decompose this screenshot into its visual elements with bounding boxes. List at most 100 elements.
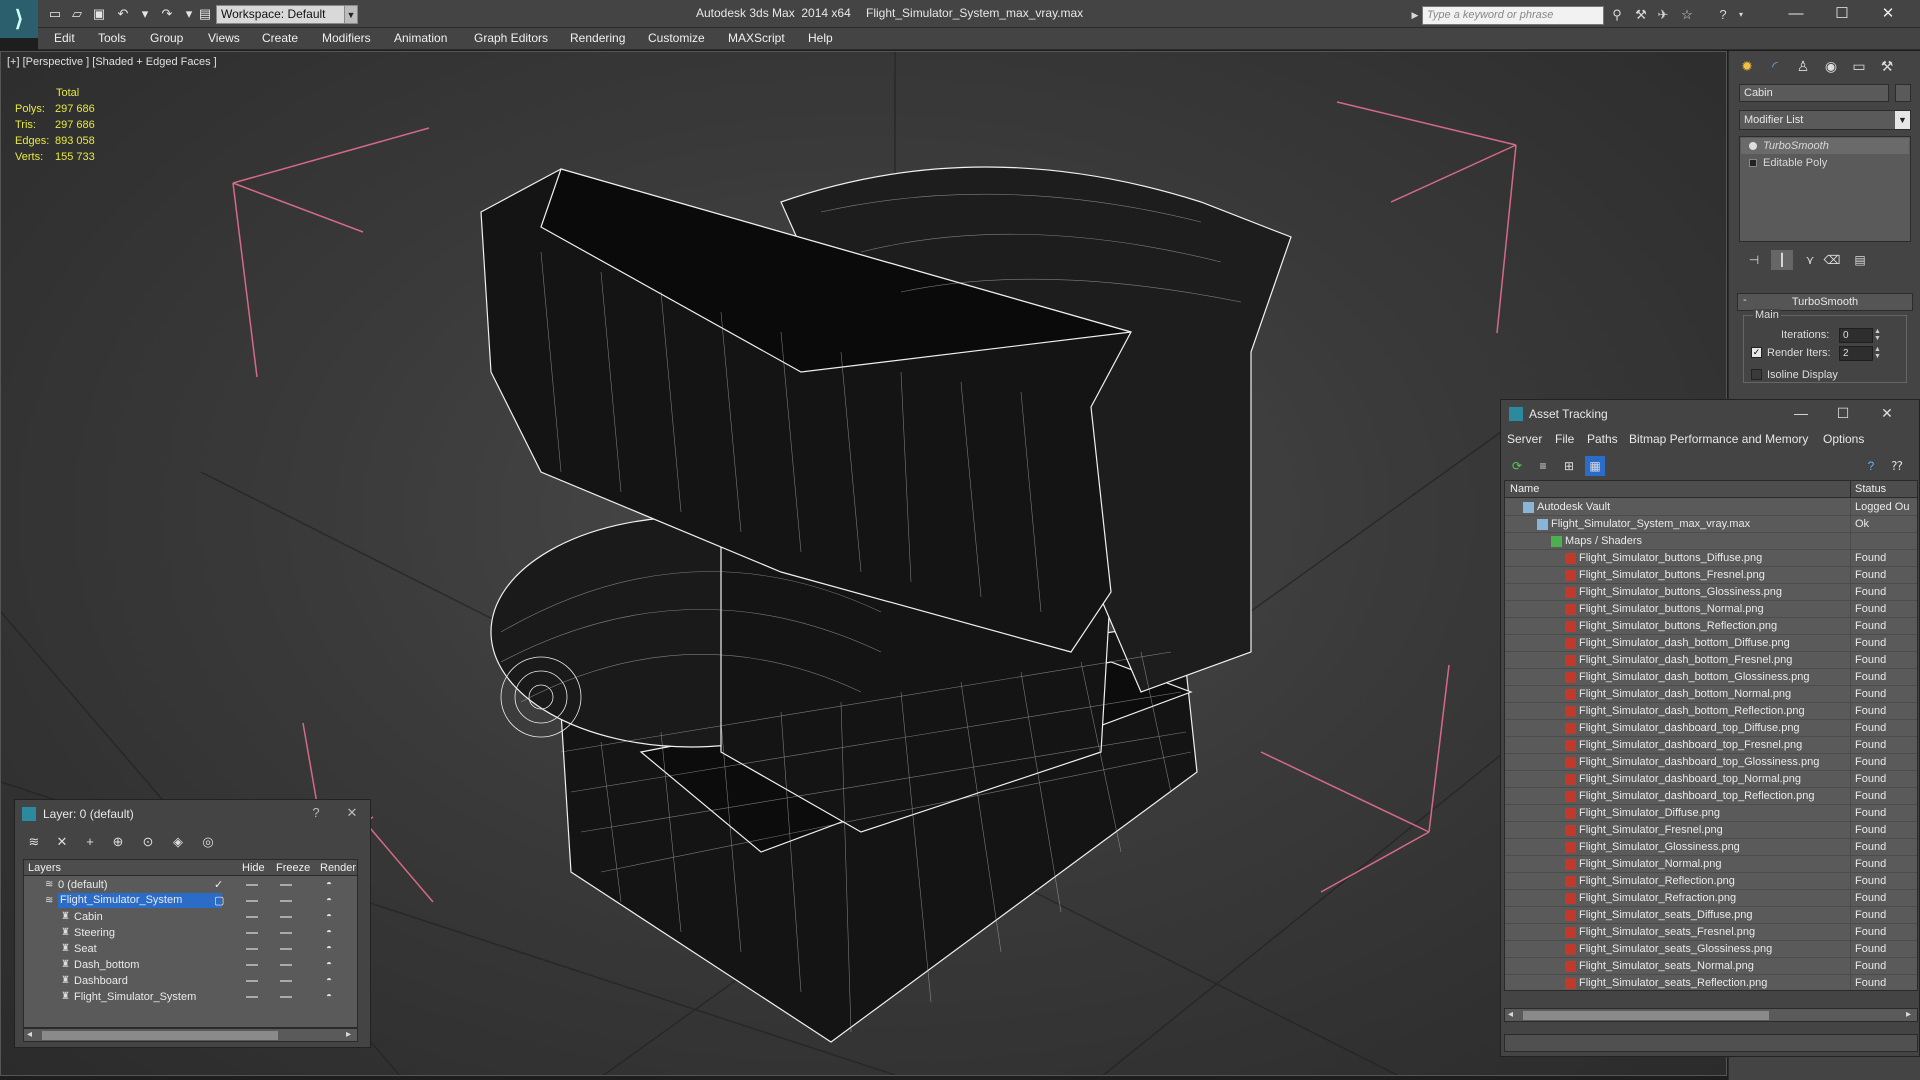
- column-freeze-header[interactable]: Freeze: [276, 862, 310, 874]
- asset-row[interactable]: Flight_Simulator_buttons_Reflection.png F…: [1505, 618, 1917, 635]
- modifier-stack[interactable]: TurboSmooth Editable Poly: [1739, 136, 1911, 242]
- render-teapot-icon[interactable]: ◓: [326, 944, 336, 954]
- maximize-button[interactable]: ☐: [1820, 3, 1864, 25]
- menu-modifiers[interactable]: Modifiers: [322, 31, 371, 45]
- asset-row[interactable]: Flight_Simulator_Diffuse.png Found: [1505, 805, 1917, 822]
- app-logo-icon[interactable]: ⟩: [0, 0, 38, 38]
- layer-row[interactable]: ♜ Seat ◓: [24, 941, 357, 957]
- communication-icon[interactable]: ✈: [1654, 6, 1672, 24]
- asset-row[interactable]: Flight_Simulator_buttons_Diffuse.png Foun…: [1505, 550, 1917, 567]
- asset-row[interactable]: Maps / Shaders: [1505, 533, 1917, 550]
- binoculars-icon[interactable]: ⚲: [1608, 6, 1626, 24]
- column-divider[interactable]: [1850, 481, 1851, 498]
- horizontal-scrollbar[interactable]: ◂ ▸: [23, 1028, 358, 1042]
- scroll-right-icon[interactable]: ▸: [1906, 1009, 1911, 1020]
- spinner-arrows-icon[interactable]: ▲ ▼: [1874, 346, 1881, 360]
- render-teapot-icon[interactable]: ◓: [326, 896, 336, 906]
- close-button[interactable]: ✕: [1867, 402, 1907, 424]
- display-tab-icon[interactable]: ▭: [1847, 55, 1871, 77]
- asset-row[interactable]: Flight_Simulator_seats_Fresnel.png Found: [1505, 924, 1917, 941]
- hide-toggle[interactable]: [246, 900, 258, 902]
- stack-item-editable-poly[interactable]: Editable Poly: [1741, 155, 1909, 171]
- create-tab-icon[interactable]: ✹: [1735, 55, 1759, 77]
- asset-row[interactable]: Flight_Simulator_seats_Normal.png Found: [1505, 958, 1917, 975]
- freeze-toggle[interactable]: [280, 900, 292, 902]
- layer-row[interactable]: ≋ 0 (default) ✓ ◓: [24, 877, 357, 893]
- workspace-dropdown[interactable]: Workspace: Default: [216, 5, 358, 24]
- asset-row[interactable]: Flight_Simulator_Normal.png Found: [1505, 856, 1917, 873]
- layer-name[interactable]: Cabin: [74, 911, 103, 923]
- render-teapot-icon[interactable]: ◓: [326, 880, 336, 890]
- column-render-header[interactable]: Render: [320, 862, 356, 874]
- undo-dropdown-icon[interactable]: ▾: [136, 5, 154, 23]
- asset-row[interactable]: Flight_Simulator_dash_bottom_Diffuse.png…: [1505, 635, 1917, 652]
- scroll-left-icon[interactable]: ◂: [1508, 1009, 1513, 1020]
- asset-row[interactable]: Flight_Simulator_seats_Reflection.png Fou…: [1505, 975, 1917, 990]
- asset-row[interactable]: Flight_Simulator_dash_bottom_Fresnel.png…: [1505, 652, 1917, 669]
- asset-row[interactable]: Flight_Simulator_dashboard_top_Glossines…: [1505, 754, 1917, 771]
- hide-toggle[interactable]: [246, 932, 258, 934]
- viewport-label[interactable]: [+] [Perspective ] [Shaded + Edged Faces…: [7, 56, 217, 68]
- project-folder-icon[interactable]: ▤: [196, 5, 214, 23]
- column-hide-header[interactable]: Hide: [242, 862, 265, 874]
- asset-row[interactable]: Flight_Simulator_dash_bottom_Normal.png F…: [1505, 686, 1917, 703]
- asset-row[interactable]: Flight_Simulator_Glossiness.png Found: [1505, 839, 1917, 856]
- freeze-toggle[interactable]: [280, 932, 292, 934]
- show-end-result-icon[interactable]: ┃: [1771, 250, 1793, 270]
- redo-icon[interactable]: ↷: [158, 5, 176, 23]
- favorites-star-icon[interactable]: ☆: [1678, 6, 1696, 24]
- help-button[interactable]: ?: [305, 803, 327, 823]
- layer-name[interactable]: Dashboard: [74, 975, 128, 987]
- render-iters-checkbox[interactable]: ✓: [1751, 347, 1762, 358]
- light-bulb-icon[interactable]: [1749, 142, 1757, 150]
- render-teapot-icon[interactable]: ◓: [326, 992, 336, 1002]
- asset-row[interactable]: Flight_Simulator_Fresnel.png Found: [1505, 822, 1917, 839]
- asset-menu-bitmap-performance[interactable]: Bitmap Performance and Memory: [1629, 432, 1808, 446]
- pin-stack-icon[interactable]: ⊣: [1743, 250, 1765, 270]
- layer-manager-icon[interactable]: ≋: [23, 832, 45, 852]
- hide-all-layers-icon[interactable]: ◎: [197, 832, 219, 852]
- layer-row[interactable]: ♜ Flight_Simulator_System ◓: [24, 989, 357, 1005]
- layer-name[interactable]: Steering: [74, 927, 115, 939]
- menu-graph-editors[interactable]: Graph Editors: [474, 31, 548, 45]
- hide-toggle[interactable]: [246, 996, 258, 998]
- asset-row[interactable]: Flight_Simulator_Refraction.png Found: [1505, 890, 1917, 907]
- column-status-header[interactable]: Status: [1855, 483, 1886, 495]
- help-icon[interactable]: ?: [1861, 456, 1881, 476]
- save-file-icon[interactable]: ▣: [90, 5, 108, 23]
- context-help-icon[interactable]: ⁇: [1887, 456, 1907, 476]
- collapse-icon[interactable]: -: [1743, 294, 1747, 306]
- column-layers-header[interactable]: Layers: [28, 862, 61, 874]
- spinner-arrows-icon[interactable]: ▲ ▼: [1874, 328, 1881, 342]
- tree-view-icon[interactable]: ⊞: [1559, 456, 1579, 476]
- hide-toggle[interactable]: [246, 884, 258, 886]
- modifier-list-dropdown[interactable]: Modifier List: [1739, 110, 1911, 130]
- render-teapot-icon[interactable]: ◓: [326, 912, 336, 922]
- subscription-icon[interactable]: ⚒: [1632, 6, 1650, 24]
- asset-row[interactable]: Flight_Simulator_dash_bottom_Glossiness.…: [1505, 669, 1917, 686]
- delete-layer-icon[interactable]: ✕: [51, 832, 73, 852]
- horizontal-scrollbar[interactable]: ◂ ▸: [1504, 1008, 1918, 1022]
- layer-selected-icon[interactable]: ▢: [214, 894, 224, 907]
- layer-row[interactable]: ♜ Dashboard ◓: [24, 973, 357, 989]
- stack-item-turbosmooth[interactable]: TurboSmooth: [1741, 138, 1909, 154]
- scroll-left-icon[interactable]: ◂: [27, 1029, 32, 1040]
- list-view-icon[interactable]: ≡: [1533, 456, 1553, 476]
- scrollbar-thumb[interactable]: [42, 1031, 278, 1040]
- column-name-header[interactable]: Name: [1510, 483, 1539, 495]
- expand-icon[interactable]: [1749, 159, 1757, 167]
- menu-create[interactable]: Create: [262, 31, 298, 45]
- layer-name[interactable]: Flight_Simulator_System: [74, 991, 196, 1003]
- asset-row[interactable]: Flight_Simulator_buttons_Fresnel.png Foun…: [1505, 567, 1917, 584]
- search-input[interactable]: Type a keyword or phrase: [1422, 6, 1604, 25]
- freeze-toggle[interactable]: [280, 948, 292, 950]
- table-view-icon[interactable]: ▦: [1585, 456, 1605, 476]
- menu-rendering[interactable]: Rendering: [570, 31, 625, 45]
- menu-views[interactable]: Views: [208, 31, 240, 45]
- menu-animation[interactable]: Animation: [394, 31, 447, 45]
- utilities-tab-icon[interactable]: ⚒: [1875, 55, 1899, 77]
- select-objects-in-layer-icon[interactable]: ⊙: [137, 832, 159, 852]
- layer-row[interactable]: ♜ Steering ◓: [24, 925, 357, 941]
- asset-menu-file[interactable]: File: [1555, 432, 1574, 446]
- current-layer-check-icon[interactable]: ✓: [214, 878, 223, 891]
